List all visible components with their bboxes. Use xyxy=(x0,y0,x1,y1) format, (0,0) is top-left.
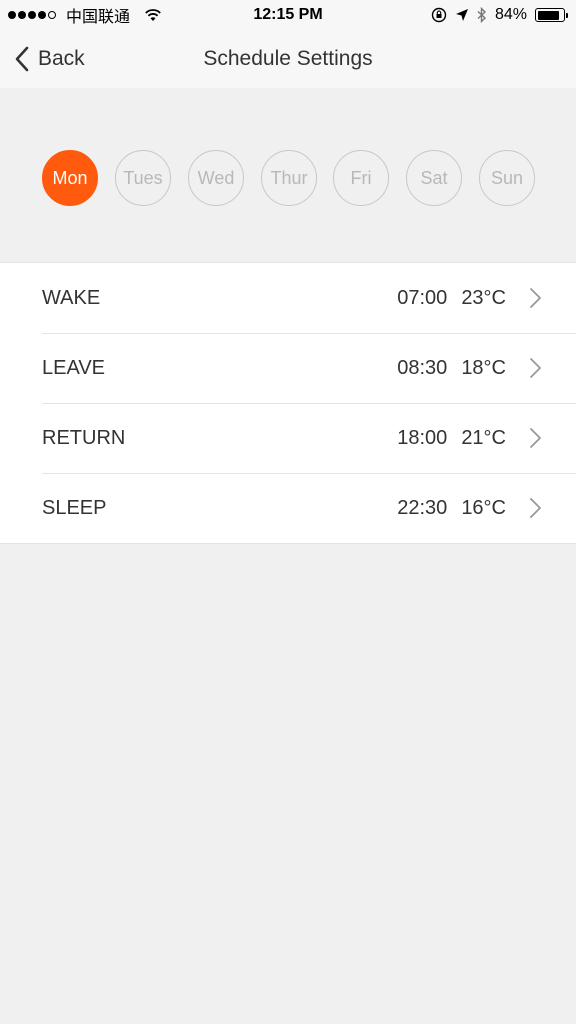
row-time: 22:30 xyxy=(397,496,448,519)
navigation-bar: Back Schedule Settings xyxy=(0,30,576,88)
day-thur[interactable]: Thur xyxy=(261,150,317,206)
row-label: SLEEP xyxy=(42,496,107,519)
row-time: 08:30 xyxy=(397,356,448,379)
row-temperature: 21°C xyxy=(461,426,506,449)
status-bar: 中国联通 12:15 PM 84% xyxy=(0,0,576,30)
chevron-right-icon xyxy=(530,498,541,518)
day-wed[interactable]: Wed xyxy=(188,150,244,206)
day-selector: Mon Tues Wed Thur Fri Sat Sun xyxy=(0,88,576,262)
day-sat[interactable]: Sat xyxy=(406,150,462,206)
schedule-row-sleep[interactable]: SLEEP 22:30 16°C xyxy=(0,473,576,543)
schedule-row-leave[interactable]: LEAVE 08:30 18°C xyxy=(0,333,576,403)
chevron-right-icon xyxy=(530,428,541,448)
row-value: 08:30 18°C xyxy=(397,357,506,380)
schedule-row-return[interactable]: RETURN 18:00 21°C xyxy=(0,403,576,473)
bluetooth-icon xyxy=(477,7,486,23)
chevron-left-icon xyxy=(15,46,29,72)
status-right: 84% xyxy=(431,0,568,30)
row-time: 07:00 xyxy=(397,286,448,309)
chevron-right-icon xyxy=(530,288,541,308)
row-value: 18:00 21°C xyxy=(397,427,506,450)
day-fri[interactable]: Fri xyxy=(333,150,389,206)
battery-icon xyxy=(535,8,568,22)
row-label: LEAVE xyxy=(42,356,105,379)
chevron-right-icon xyxy=(530,358,541,378)
day-sun[interactable]: Sun xyxy=(479,150,535,206)
back-label: Back xyxy=(38,47,85,70)
row-value: 07:00 23°C xyxy=(397,287,506,310)
location-arrow-icon xyxy=(455,9,468,21)
row-label: WAKE xyxy=(42,286,101,309)
row-time: 18:00 xyxy=(397,426,448,449)
schedule-list: WAKE 07:00 23°C LEAVE 08:30 18°C RETURN … xyxy=(0,262,576,544)
row-value: 22:30 16°C xyxy=(397,497,506,520)
page-title: Schedule Settings xyxy=(203,47,373,70)
row-label: RETURN xyxy=(42,426,126,449)
day-mon[interactable]: Mon xyxy=(42,150,98,206)
row-temperature: 16°C xyxy=(461,496,506,519)
battery-percent: 84% xyxy=(494,6,527,23)
row-temperature: 18°C xyxy=(461,356,506,379)
orientation-lock-icon xyxy=(431,7,447,23)
schedule-row-wake[interactable]: WAKE 07:00 23°C xyxy=(0,263,576,333)
day-tues[interactable]: Tues xyxy=(115,150,171,206)
row-temperature: 23°C xyxy=(461,286,506,309)
back-button[interactable]: Back xyxy=(14,30,85,88)
